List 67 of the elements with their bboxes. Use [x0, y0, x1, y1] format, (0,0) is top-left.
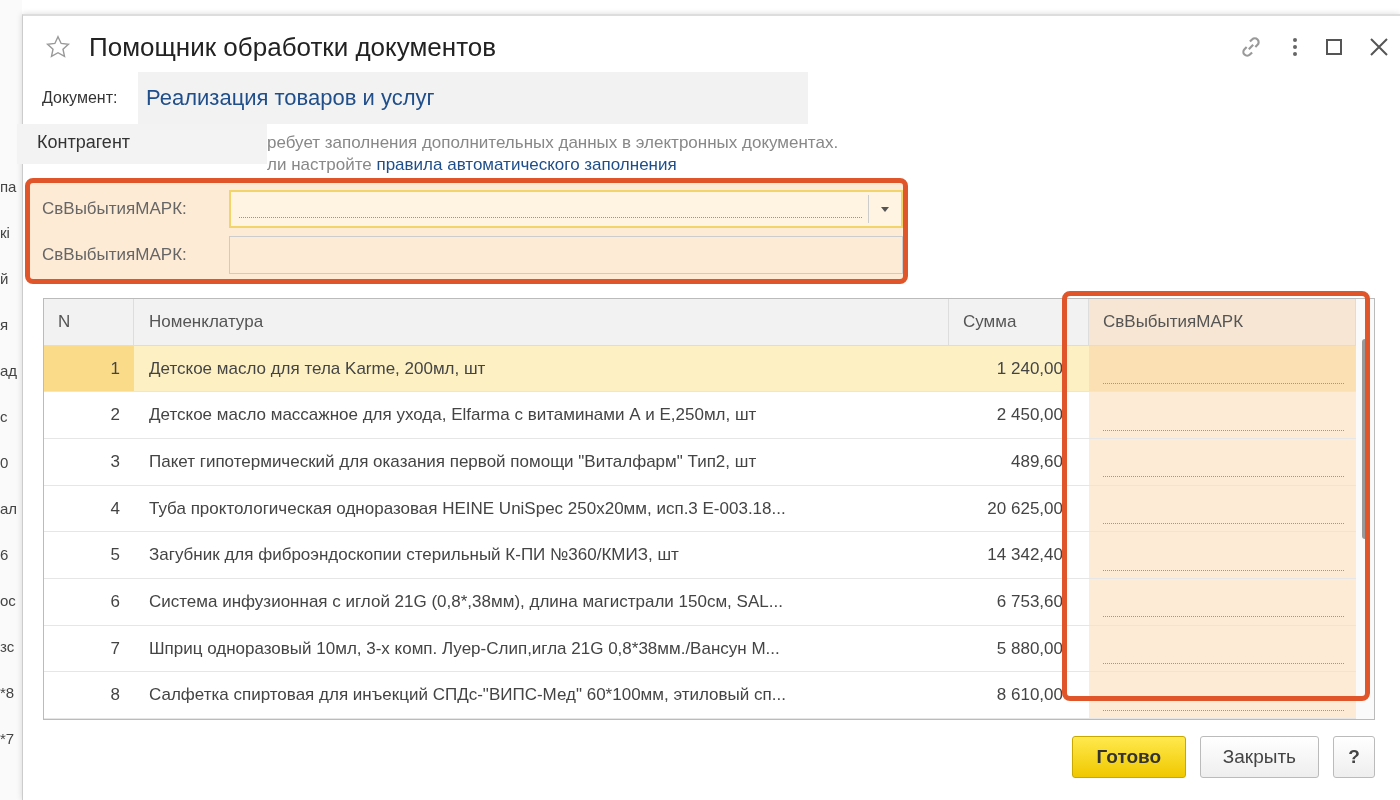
field-label: СвВыбытияМАРК: — [42, 245, 188, 265]
background-text: ад — [0, 361, 19, 381]
message-text: ребует заполнения дополнительных данных в электронных документах. — [267, 132, 839, 154]
column-header[interactable]: СвВыбытияМАРК — [1089, 299, 1356, 345]
background-text: ос — [0, 591, 17, 611]
document-link[interactable]: Реализация товаров и услуг — [146, 85, 435, 111]
table-row[interactable]: 2 Детское масло массажное для ухода, Elfarma с витаминами А и Е,250мл, шт 2 450,00 — [44, 392, 1356, 439]
table-cell-text: 5 880,00 — [995, 637, 1064, 660]
dialog-button[interactable]: Закрыть — [1199, 736, 1319, 778]
table-row[interactable]: 8 Салфетка спиртовая для инъекций СПДс-"ВИПС-Мед" 60*100мм, этиловый сп... 8 610,00 — [44, 672, 1356, 720]
table-cell-text: Загубник для фиброэндоскопии стерильный К-ПИ №360/КМИЗ, шт — [148, 544, 680, 567]
field-label: Документ: — [41, 89, 119, 107]
table-row[interactable]: 1 Детское масло для тела Karme, 200мл, шт 1 240,00 — [44, 345, 1356, 393]
background-text: *7 — [0, 729, 16, 749]
input-field[interactable] — [229, 190, 903, 228]
dialog-button[interactable]: ? — [1333, 736, 1375, 778]
table-cell-text: 8 — [109, 684, 121, 707]
table-cell-text: Шприц одноразовый 10мл, 3-х комп. Луер-Слип,игла 21G 0,8*38мм./Вансун М... — [148, 637, 781, 660]
dropdown-item[interactable]: Контрагент — [17, 124, 267, 164]
background-text: па — [0, 177, 18, 197]
table-cell-text: 2 450,00 — [995, 404, 1064, 427]
table-row[interactable]: 3 Пакет гипотермический для оказания первой помощи "Виталфарм" Тип2, шт 489,60 — [44, 439, 1356, 486]
window-title: Помощник обработки документов — [89, 31, 497, 63]
table-cell-text: 489,60 — [1010, 450, 1064, 473]
more-icon[interactable] — [1292, 37, 1298, 57]
background-text: 6 — [0, 545, 10, 565]
table-cell-text: 3 — [109, 450, 121, 473]
table-cell-text: Детское масло массажное для ухода, Elfarma с витаминами А и Е,250мл, шт — [148, 404, 758, 427]
table-cell-text: Салфетка спиртовая для инъекций СПДс-"ВИПС-Мед" 60*100мм, этиловый сп... — [148, 684, 787, 707]
table-cell-text: Система инфузионная с иглой 21G (0,8*,38мм), длина магистрали 150см, SAL... — [148, 590, 784, 613]
dialog-button[interactable]: Готово — [1071, 736, 1186, 778]
rules-link[interactable]: правила автоматического заполнения — [376, 155, 677, 174]
background-text: й — [0, 269, 10, 289]
caret-icon[interactable] — [881, 206, 889, 212]
field-label: СвВыбытияМАРК: — [42, 199, 188, 219]
table-cell-text: 7 — [109, 637, 121, 660]
close-icon[interactable] — [1370, 38, 1388, 56]
column-header[interactable]: N — [44, 299, 134, 345]
background-text: кі — [0, 223, 11, 243]
table-cell-text: 4 — [109, 497, 121, 520]
table-cell-text: 20 625,00 — [986, 497, 1064, 520]
table-cell-text: 6 753,60 — [995, 590, 1064, 613]
maximize-icon[interactable] — [1326, 39, 1342, 55]
table-row[interactable]: 7 Шприц одноразовый 10мл, 3-х комп. Луер-Слип,игла 21G 0,8*38мм./Вансун М... 5 880,00 — [44, 625, 1356, 673]
background-text: с — [0, 407, 9, 427]
background-text: я — [0, 315, 10, 335]
table-cell-text: 6 — [109, 590, 121, 613]
table-row[interactable]: 5 Загубник для фиброэндоскопии стерильный К-ПИ №360/КМИЗ, шт 14 342,40 — [44, 532, 1356, 580]
background-text: ал — [0, 499, 19, 519]
table-cell-text: 2 — [109, 404, 121, 427]
input-field[interactable] — [229, 236, 903, 274]
table-cell: 1 — [44, 345, 134, 392]
background-text: 0 — [0, 453, 10, 473]
table-row[interactable]: 4 Туба проктологическая одноразовая HEINE UniSpec 250x20мм, исп.3 Е-003.18... 20 625,00 — [44, 485, 1356, 533]
table-cell-text: 5 — [109, 544, 121, 567]
star-icon[interactable] — [45, 34, 71, 60]
table-cell-text: Пакет гипотермический для оказания первой помощи "Виталфарм" Тип2, шт — [148, 450, 758, 473]
table-cell-text: 14 342,40 — [986, 544, 1064, 567]
table-cell-text: 8 610,00 — [995, 684, 1064, 707]
table-cell-text: 1 240,00 — [995, 357, 1064, 380]
background-text: зс — [0, 637, 16, 657]
message-text: ли настройте правила автоматического заполнения — [267, 154, 678, 176]
background-text: *8 — [0, 683, 16, 703]
column-header[interactable]: Номенклатура — [134, 299, 949, 345]
table-cell-text: Туба проктологическая одноразовая HEINE UniSpec 250x20мм, исп.3 Е-003.18... — [148, 497, 787, 520]
table-row[interactable]: 6 Система инфузионная с иглой 21G (0,8*,38мм), длина магистрали 150см, SAL... 6 753,60 — [44, 579, 1356, 626]
table-cell-text: Детское масло для тела Karme, 200мл, шт — [148, 357, 487, 380]
